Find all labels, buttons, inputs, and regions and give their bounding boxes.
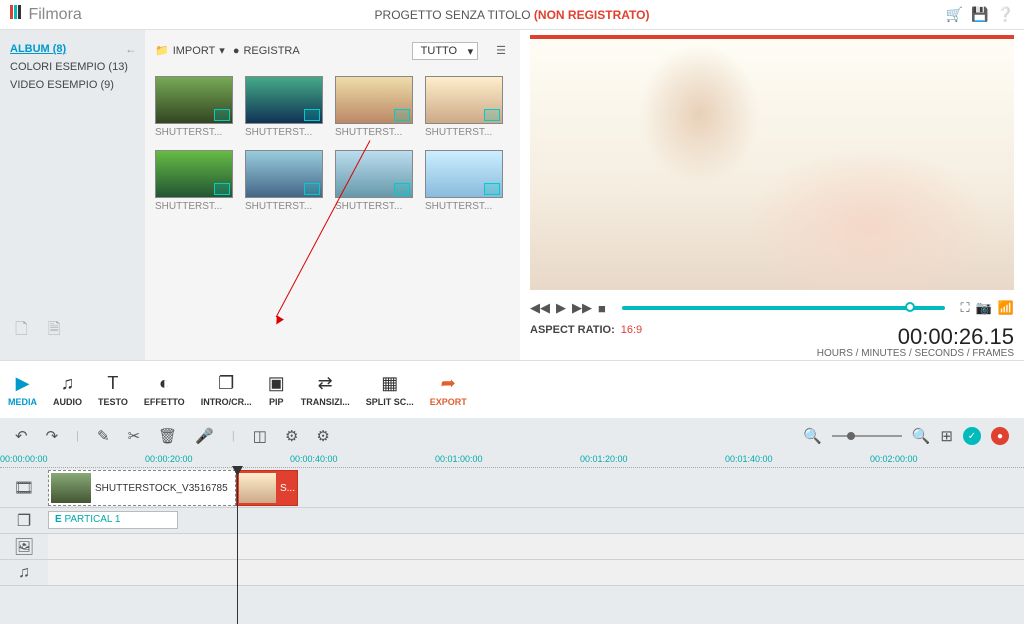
- media-thumb[interactable]: SHUTTERST...: [425, 150, 503, 212]
- play-button[interactable]: ▶: [556, 300, 566, 316]
- cart-icon[interactable]: 🛒: [946, 6, 963, 23]
- ruler-mark: 00:01:00:00: [435, 454, 483, 464]
- video-clip[interactable]: SHUTTERSTOCK_V3516785: [48, 470, 236, 506]
- preview-monitor: [530, 35, 1014, 290]
- ruler-mark: 00:00:20:00: [145, 454, 193, 464]
- volume-icon[interactable]: 📶: [998, 300, 1014, 316]
- audio-track-icon: ♫: [0, 560, 48, 585]
- import-button[interactable]: 📁 IMPORT ▾: [155, 44, 225, 57]
- cut-button[interactable]: ✂: [128, 427, 141, 445]
- record-button[interactable]: ● REGISTRA: [233, 45, 300, 57]
- media-thumb[interactable]: SHUTTERST...: [425, 76, 503, 138]
- record-marker-button[interactable]: ●: [991, 427, 1009, 445]
- zoom-slider[interactable]: [832, 435, 902, 437]
- media-thumb[interactable]: SHUTTERST...: [155, 150, 233, 212]
- ruler-mark: 00:00:40:00: [290, 454, 338, 464]
- tab-export[interactable]: ➦EXPORT: [422, 373, 475, 407]
- video-clip-selected[interactable]: S...: [236, 470, 298, 506]
- sidebar-item-videos[interactable]: VIDEO ESEMPIO (9): [10, 76, 135, 94]
- tab-effetto[interactable]: ◐EFFETTO: [136, 373, 193, 407]
- new-folder-icon[interactable]: 🗋: [15, 318, 28, 345]
- ruler-mark: 00:01:20:00: [580, 454, 628, 464]
- ruler-mark: 00:00:00:00: [0, 454, 48, 464]
- help-icon[interactable]: ❔: [997, 6, 1014, 23]
- tab-introcr[interactable]: ❐INTRO/CR...: [193, 373, 260, 407]
- image-track-icon: 🖼: [0, 534, 48, 559]
- redo-button[interactable]: ↷: [46, 427, 59, 445]
- settings2-button[interactable]: ⚙: [316, 427, 329, 445]
- sidebar-item-album[interactable]: ALBUM (8): [10, 40, 135, 58]
- filter-select[interactable]: TUTTO: [412, 42, 478, 60]
- zoom-in-button[interactable]: 🔍: [912, 427, 931, 445]
- settings1-button[interactable]: ⚙: [285, 427, 298, 445]
- stop-button[interactable]: ■: [598, 301, 606, 316]
- marker-button[interactable]: ✓: [963, 427, 981, 445]
- save-icon[interactable]: 💾: [971, 6, 988, 23]
- ruler-mark: 00:02:00:00: [870, 454, 918, 464]
- sidebar-item-colors[interactable]: COLORI ESEMPIO (13): [10, 58, 135, 76]
- tab-transizi[interactable]: ⇄TRANSIZI...: [293, 373, 358, 407]
- forward-button[interactable]: ▶▶: [572, 300, 592, 316]
- edit-button[interactable]: ✎: [97, 427, 110, 445]
- aspect-ratio-value: 16:9: [621, 324, 642, 350]
- tab-pip[interactable]: ▣PIP: [260, 373, 293, 407]
- delete-button[interactable]: 🗑: [158, 427, 177, 445]
- project-title: PROGETTO SENZA TITOLO (NON REGISTRATO): [375, 8, 650, 22]
- video-track-icon: 🎞: [0, 468, 48, 507]
- app-logo: Filmora: [10, 5, 82, 24]
- delete-folder-icon[interactable]: 🗎: [48, 318, 61, 345]
- playhead[interactable]: [237, 468, 238, 624]
- rewind-button[interactable]: ◀◀: [530, 300, 550, 316]
- crop-button[interactable]: ◫: [253, 427, 267, 445]
- snapshot-icon[interactable]: 📷: [976, 300, 992, 316]
- fit-button[interactable]: ⊞: [940, 427, 953, 445]
- collapse-sidebar-icon[interactable]: ←: [125, 42, 137, 56]
- tab-audio[interactable]: ♫AUDIO: [45, 373, 90, 407]
- pip-track-icon: ❐: [0, 508, 48, 533]
- tab-testo[interactable]: TTESTO: [90, 373, 136, 407]
- zoom-out-button[interactable]: 🔍: [803, 427, 822, 445]
- view-list-icon[interactable]: ☰: [492, 40, 510, 61]
- aspect-ratio-label: ASPECT RATIO:: [530, 324, 615, 350]
- fullscreen-icon[interactable]: ⛶: [961, 300, 970, 316]
- tab-splitsc[interactable]: ▦SPLIT SC...: [358, 373, 422, 407]
- tab-media[interactable]: ▶MEDIA: [0, 373, 45, 407]
- voiceover-button[interactable]: 🎤: [195, 427, 214, 445]
- media-thumb[interactable]: SHUTTERST...: [245, 76, 323, 138]
- annotation-arrow: ▼: [370, 140, 371, 141]
- media-thumb[interactable]: SHUTTERST...: [335, 76, 413, 138]
- pip-clip[interactable]: E PARTICAL 1: [48, 511, 178, 529]
- ruler-mark: 00:01:40:00: [725, 454, 773, 464]
- media-thumb[interactable]: SHUTTERST...: [245, 150, 323, 212]
- timecode: 00:00:26.15: [898, 324, 1014, 350]
- media-thumb[interactable]: SHUTTERST...: [155, 76, 233, 138]
- progress-slider[interactable]: [622, 306, 945, 310]
- undo-button[interactable]: ↶: [15, 427, 28, 445]
